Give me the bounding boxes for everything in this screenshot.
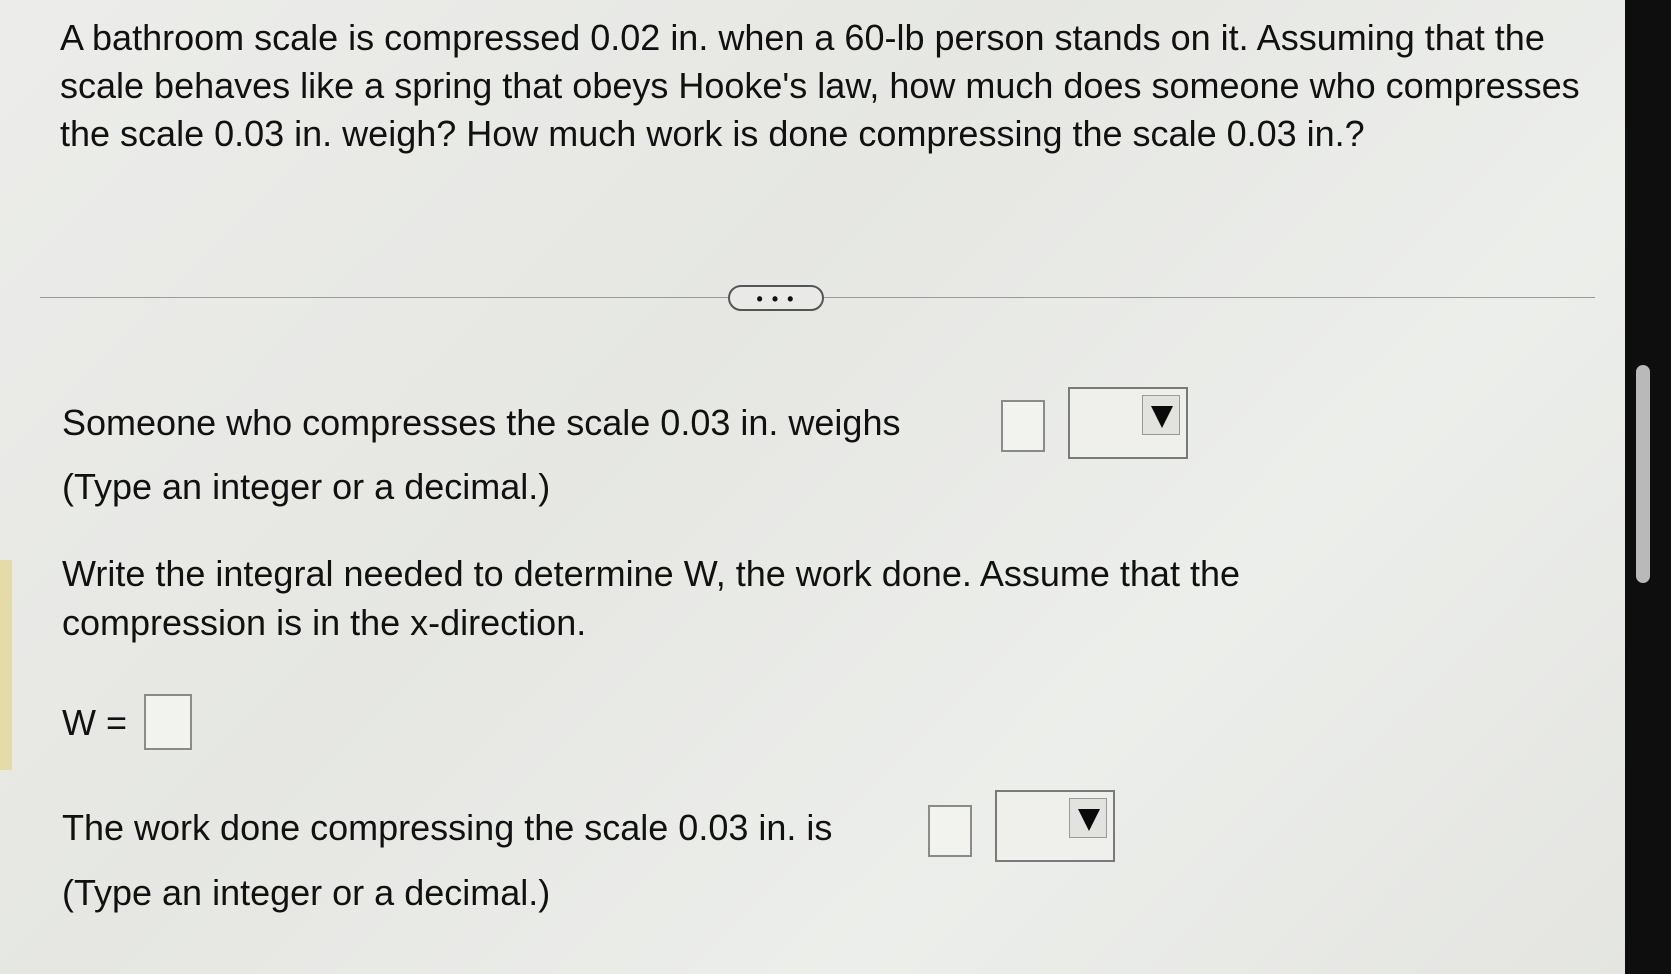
work-unit-dropdown[interactable] <box>995 790 1115 862</box>
question-text: A bathroom scale is compressed 0.02 in. … <box>60 17 1580 154</box>
scrollbar-thumb[interactable] <box>1636 365 1650 583</box>
part1-prompt: Someone who compresses the scale 0.03 in… <box>62 402 901 443</box>
weight-answer-input[interactable] <box>1001 400 1045 452</box>
triangle-down-icon[interactable] <box>1142 395 1180 435</box>
part1-hint: (Type an integer or a decimal.) <box>62 466 551 507</box>
show-more-button[interactable]: • • • <box>728 285 824 311</box>
part2-prompt-line2: compression is in the x-direction. <box>62 602 587 643</box>
triangle-down-icon[interactable] <box>1069 798 1107 838</box>
part2-prompt-line1: Write the integral needed to determine W… <box>62 553 1240 594</box>
weight-unit-dropdown[interactable] <box>1068 387 1188 459</box>
part3-prompt: The work done compressing the scale 0.03… <box>62 807 833 848</box>
work-label: W = <box>62 702 128 743</box>
work-answer-input[interactable] <box>928 805 972 857</box>
part3-hint: (Type an integer or a decimal.) <box>62 872 551 913</box>
integral-answer-input[interactable] <box>144 694 192 750</box>
left-edge-highlight <box>0 560 12 770</box>
